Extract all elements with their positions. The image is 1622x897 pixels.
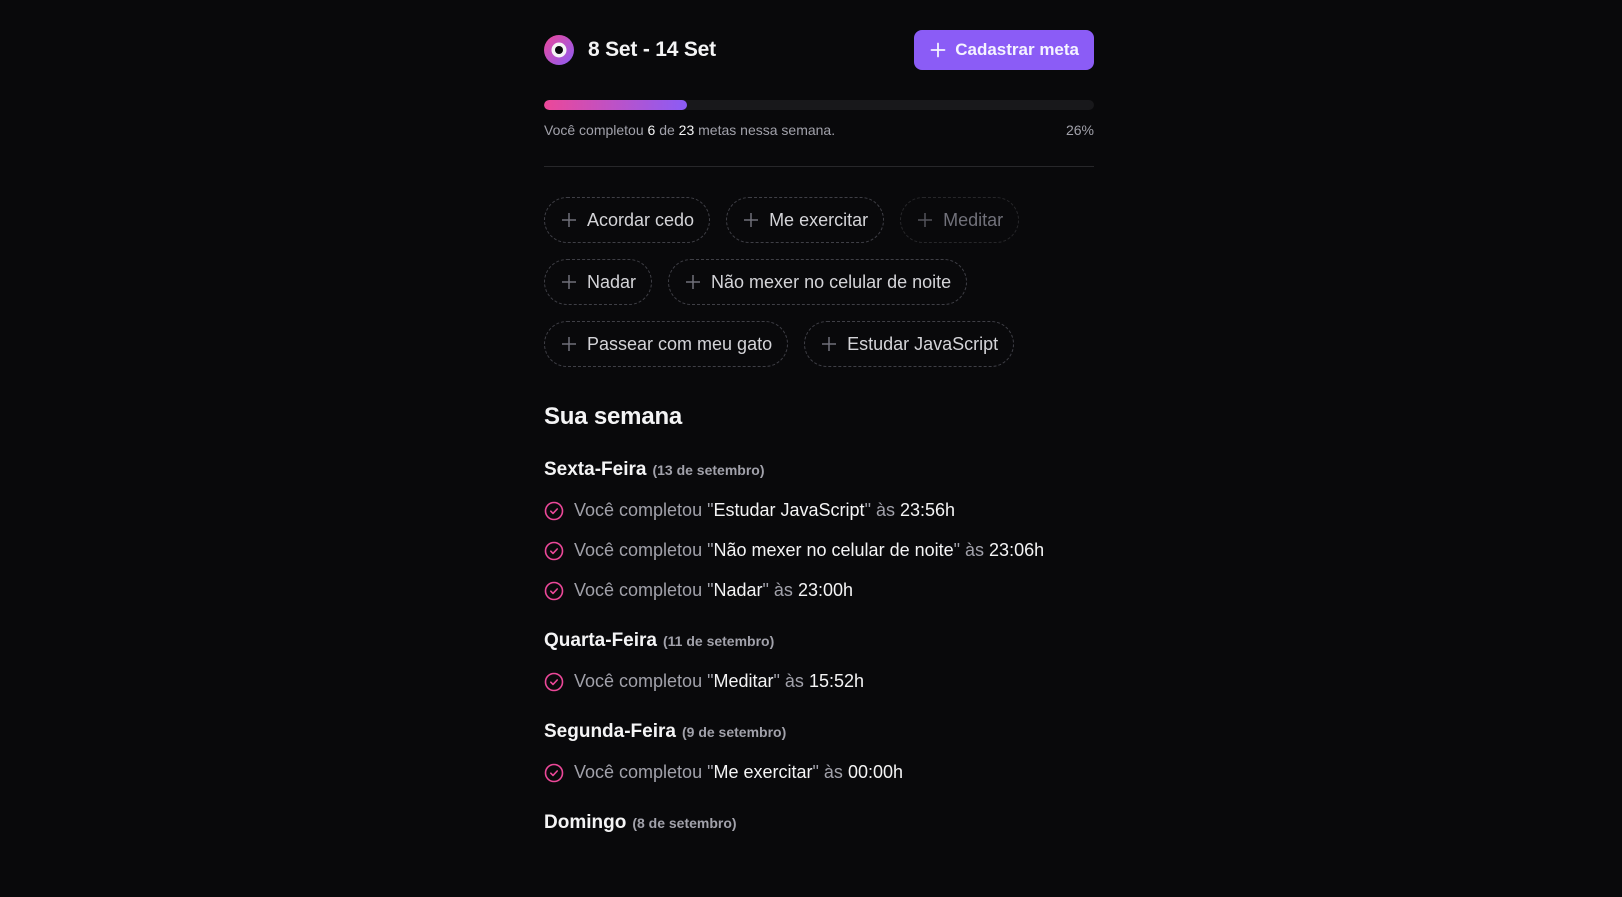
pending-goals-list: Acordar cedo Me exercitar Meditar Nadar … [544, 197, 1094, 367]
day-date: (9 de setembro) [681, 724, 787, 740]
completion-prefix: Você completou [574, 671, 703, 691]
circle-check-icon [544, 581, 564, 600]
day-date: (13 de setembro) [652, 462, 765, 478]
day-header: Domingo (8 de setembro) [544, 812, 1094, 834]
pending-goal-label: Nadar [587, 271, 637, 292]
day-group: Domingo (8 de setembro) [544, 812, 1094, 834]
progress-suffix: metas nessa semana. [698, 122, 836, 138]
plus-icon [562, 337, 576, 351]
completion-text: Você completou "Me exercitar" às 00:00h [574, 762, 903, 782]
day-header: Quarta-Feira (11 de setembro) [544, 630, 1094, 652]
day-group: Segunda-Feira (9 de setembro) Você compl… [544, 721, 1094, 784]
day-completions-list: Você completou "Me exercitar" às 00:00h [544, 761, 1094, 784]
pending-goal-label: Estudar JavaScript [847, 333, 999, 354]
day-name: Domingo [544, 812, 627, 833]
create-goal-button[interactable]: Cadastrar meta [914, 30, 1094, 70]
completion-item: Você completou "Meditar" às 15:52h [544, 670, 1094, 693]
completion-prefix: Você completou [574, 540, 703, 560]
divider [544, 166, 1094, 167]
completion-time: 23:56h [899, 500, 956, 520]
summary-container: 8 Set - 14 Set Cadastrar meta Você compl… [544, 30, 1094, 834]
completion-time-prefix: às [773, 580, 793, 600]
completion-text: Você completou "Meditar" às 15:52h [574, 671, 864, 691]
completion-time-prefix: às [875, 500, 895, 520]
progress-summary-text: Você completou 6 de 23 metas nessa seman… [544, 122, 835, 138]
completion-goal-title: Não mexer no celular de noite [713, 540, 954, 560]
progress-info: Você completou 6 de 23 metas nessa seman… [544, 122, 1094, 138]
plus-icon [918, 213, 933, 227]
pending-goal-label: Passear com meu gato [587, 333, 773, 354]
pending-goal-button[interactable]: Passear com meu gato [544, 321, 789, 367]
progress-total-count: 23 [678, 122, 695, 138]
progress-prefix: Você completou [544, 122, 644, 138]
progress-percent: 26% [1065, 122, 1094, 138]
progress-of-word: de [659, 122, 675, 138]
brand: 8 Set - 14 Set [544, 35, 716, 65]
day-header: Segunda-Feira (9 de setembro) [544, 721, 1094, 743]
progress-completed-count: 6 [647, 122, 656, 138]
completion-time-prefix: às [784, 671, 804, 691]
completion-time-prefix: às [823, 762, 843, 782]
day-name: Sexta-Feira [544, 459, 647, 480]
completion-time: 23:00h [797, 580, 853, 600]
pending-goal-button[interactable]: Meditar [900, 197, 1020, 243]
completion-prefix: Você completou [574, 762, 703, 782]
plus-icon [686, 275, 701, 289]
circle-check-icon [544, 541, 564, 560]
completion-item: Você completou "Me exercitar" às 00:00h [544, 761, 1094, 784]
day-date: (8 de setembro) [632, 815, 737, 831]
pending-goal-label: Me exercitar [769, 209, 869, 230]
completion-text: Você completou "Estudar JavaScript" às 2… [574, 500, 956, 520]
day-group: Quarta-Feira (11 de setembro) Você compl… [544, 630, 1094, 693]
completion-item: Você completou "Nadar" às 23:00h [544, 579, 1094, 602]
week-range-title: 8 Set - 14 Set [588, 38, 716, 61]
pending-goal-button[interactable]: Acordar cedo [544, 197, 711, 243]
pending-goal-label: Não mexer no celular de noite [711, 271, 952, 292]
circle-check-icon [544, 501, 564, 520]
pending-goal-button[interactable]: Não mexer no celular de noite [668, 259, 968, 305]
progress-bar-fill [544, 100, 687, 110]
day-group: Sexta-Feira (13 de setembro) Você comple… [544, 459, 1094, 602]
day-completions-list: Você completou "Meditar" às 15:52h [544, 670, 1094, 693]
plus-icon [562, 213, 576, 227]
summary-header: 8 Set - 14 Set Cadastrar meta [544, 30, 1094, 70]
week-section-title: Sua semana [544, 403, 683, 430]
circle-check-icon [544, 672, 564, 691]
completion-item: Você completou "Estudar JavaScript" às 2… [544, 499, 1094, 522]
pending-goal-button[interactable]: Nadar [544, 259, 653, 305]
completion-goal-title: Me exercitar [713, 762, 813, 782]
day-date: (11 de setembro) [662, 633, 775, 649]
day-name: Segunda-Feira [544, 721, 676, 742]
pending-goal-label: Acordar cedo [587, 209, 695, 230]
pending-goal-label: Meditar [943, 209, 1004, 230]
pending-goal-button[interactable]: Estudar JavaScript [804, 321, 1015, 367]
completion-goal-title: Meditar [713, 671, 774, 691]
day-header: Sexta-Feira (13 de setembro) [544, 459, 1094, 481]
completion-goal-title: Estudar JavaScript [713, 500, 865, 520]
completion-time: 15:52h [808, 671, 864, 691]
plus-icon [822, 337, 837, 351]
completion-prefix: Você completou [574, 500, 703, 520]
create-goal-label: Cadastrar meta [955, 40, 1079, 59]
plus-icon [744, 213, 759, 227]
day-completions-list: Você completou "Estudar JavaScript" às 2… [544, 499, 1094, 602]
completion-time: 00:00h [847, 762, 903, 782]
progress-bar [544, 100, 1094, 110]
day-name: Quarta-Feira [544, 630, 657, 651]
completion-text: Você completou "Nadar" às 23:00h [574, 580, 853, 600]
completion-time-prefix: às [965, 540, 985, 560]
completion-time: 23:06h [989, 540, 1045, 560]
completion-text: Você completou "Não mexer no celular de … [574, 540, 1045, 560]
completion-prefix: Você completou [574, 580, 703, 600]
in-orbit-logo-icon [544, 35, 574, 65]
completion-item: Você completou "Não mexer no celular de … [544, 539, 1094, 562]
completion-goal-title: Nadar [713, 580, 763, 600]
plus-icon [562, 275, 576, 289]
plus-icon [930, 42, 946, 58]
circle-check-icon [544, 763, 564, 782]
pending-goal-button[interactable]: Me exercitar [726, 197, 885, 243]
